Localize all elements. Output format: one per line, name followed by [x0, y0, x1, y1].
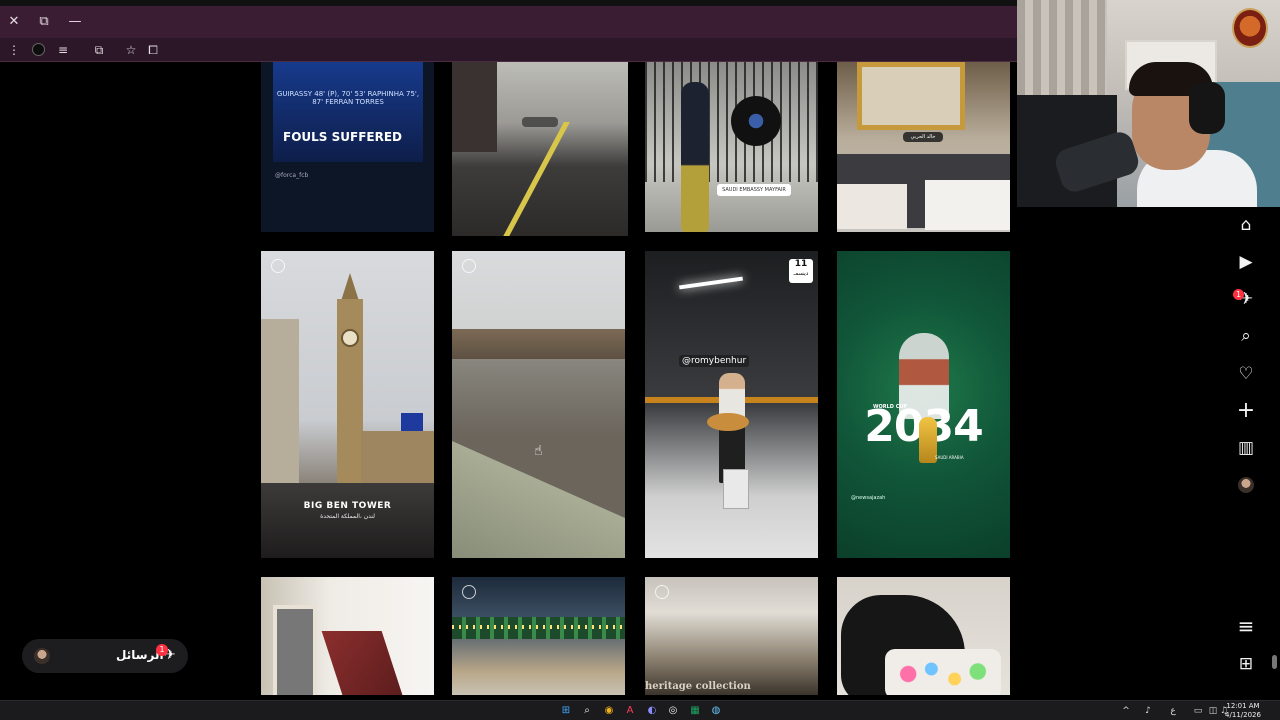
menu-dots-icon[interactable]: ⋮ [5, 41, 23, 59]
crowd [261, 483, 434, 558]
obs-icon[interactable]: ◎ [666, 704, 680, 718]
webcam-headset [1189, 82, 1225, 134]
grid-post-embassy[interactable]: SAUDI EMBASSY MAYFAIR [645, 62, 818, 232]
vinyl-sticker [731, 96, 781, 146]
road-line [500, 122, 570, 236]
guitar [707, 413, 749, 431]
grid-post-heritage-collection[interactable]: heritage collection [645, 577, 818, 695]
start-windows-icon[interactable]: ⊞ [559, 704, 573, 718]
browser-profile-avatar[interactable] [32, 43, 45, 56]
message-avatar [34, 648, 50, 664]
dashboard-icon[interactable]: ▥ [1230, 434, 1262, 462]
home-icon[interactable]: ⌂ [1230, 211, 1262, 239]
scoreboard [273, 62, 423, 162]
grid-post-window[interactable] [261, 577, 434, 695]
red-awning [321, 631, 405, 695]
sidebar-icon[interactable]: ⧠ [144, 41, 162, 59]
webcam-curtain [1017, 0, 1107, 100]
reel-indicator-icon [271, 259, 285, 273]
fouls-suffered-text: FOULS SUFFERED [283, 130, 402, 144]
lion-logo-icon [1232, 8, 1268, 48]
also-from-meta-icon[interactable]: ⊞ [1230, 650, 1262, 678]
microphone-icon[interactable]: ♪ [1142, 705, 1154, 717]
country-text: SAUDI ARABIA [935, 455, 964, 460]
post-handle: @forca_fcb [275, 172, 309, 179]
display-icon[interactable]: ▭ [1192, 705, 1204, 717]
pillow [837, 184, 907, 229]
sticker-tag [522, 117, 558, 127]
reel-indicator-icon [462, 585, 476, 599]
system-clock[interactable]: 12:01 AM 4/11/2026 [1224, 702, 1262, 720]
chrome-icon[interactable]: ◉ [602, 704, 616, 718]
standing-person [681, 82, 709, 232]
grid-post-busker[interactable]: @romybenhur 11 ديسمـ [645, 251, 818, 558]
fairy-lights [452, 625, 625, 629]
post-title: BIG BEN TOWER [303, 501, 392, 511]
messages-badge: 1 [156, 644, 168, 656]
clock-face [341, 329, 359, 347]
close-window-button[interactable]: ✕ [6, 14, 22, 30]
grid-post-football-stats[interactable]: GUIRASSY 48' (P), 70' 53' RAPHINHA 75', … [261, 62, 434, 232]
ceiling-light [679, 276, 743, 290]
spreadsheet-icon[interactable]: ▦ [688, 704, 702, 718]
post-subtitle: لندن ،المملكة المتحدة [320, 513, 375, 520]
tab-search-icon[interactable]: ≡ [54, 41, 72, 59]
messages-button[interactable]: الرسائل ✈ 1 [22, 639, 188, 673]
grid-post-london-street[interactable] [452, 62, 628, 236]
location-tag: SAUDI EMBASSY MAYFAIR [717, 184, 791, 196]
messages-badge: 1 [1233, 289, 1244, 300]
eu-flag [401, 413, 423, 431]
mention-tag: @romybenhur [679, 355, 750, 367]
create-plus-icon[interactable]: + [1230, 397, 1262, 425]
search-icon[interactable]: ⌕ [1230, 322, 1262, 350]
reel-indicator-icon [655, 585, 669, 599]
language-indicator[interactable]: ع [1167, 705, 1179, 717]
notifications-heart-icon[interactable]: ♡ [1230, 360, 1262, 388]
date-sticker: 11 ديسمـ [789, 259, 813, 283]
bus-stop [452, 62, 497, 152]
app-a-icon[interactable]: A [623, 704, 637, 718]
window-frame [273, 605, 317, 695]
date-month: ديسمـ [793, 270, 809, 277]
mouse-cursor-icon: ☝ [534, 443, 543, 459]
extensions-icon[interactable]: ⧉ [90, 41, 108, 59]
discord-icon[interactable]: ◐ [645, 704, 659, 718]
pillow [925, 180, 1010, 230]
candy-jar [885, 649, 1001, 695]
taskbar-search-icon[interactable]: ⌕ [580, 704, 594, 718]
scoreline-text: GUIRASSY 48' (P), 70' 53' RAPHINHA 75', … [276, 90, 420, 106]
minimize-window-button[interactable]: — [67, 14, 83, 30]
steam-icon[interactable]: ◍ [709, 704, 723, 718]
post-handle: @newsajazah [851, 495, 886, 501]
restore-window-button[interactable]: ⧉ [36, 14, 52, 30]
bookmark-star-icon[interactable]: ☆ [122, 41, 140, 59]
reels-icon[interactable]: ▶ [1230, 248, 1262, 276]
browser-toolbar: ⋮ ≡ ⧉ ☆ ⧠ [0, 38, 1017, 62]
grid-post-big-ben[interactable]: BIG BEN TOWER لندن ،المملكة المتحدة [261, 251, 434, 558]
river-bank [452, 329, 625, 359]
instagram-profile-screen: ✕ ⧉ — ⋮ ≡ ⧉ ☆ ⧠ ⌂ ▶ ✈ 1 ⌕ ♡ + ▥ ≡ ⊞ GUIR… [0, 0, 1280, 720]
windows-taskbar: ⊞ ⌕ ◉ A ◐ ◎ ▦ ◍ ^ ♪ ع ▭ ◫ ♫ 12:01 AM 4/1… [0, 700, 1280, 720]
amplifier [723, 469, 749, 509]
scrollbar-thumb[interactable] [1272, 655, 1277, 669]
grid-post-candy-jar[interactable] [837, 577, 1010, 695]
clock-date: 4/11/2026 [1225, 711, 1261, 719]
grid-post-christmas-lights[interactable] [452, 577, 625, 695]
grid-post-mirror-room[interactable]: خالد الحربي [837, 62, 1010, 232]
world-cup-text: WORLD CUP [873, 404, 908, 410]
tower-spire [341, 273, 359, 301]
gold-mirror [857, 62, 965, 130]
grid-post-world-cup-2034[interactable]: 2034 WORLD CUP SAUDI ARABIA @newsajazah [837, 251, 1010, 558]
location-tag: خالد الحربي [903, 132, 943, 142]
date-day: 11 [794, 259, 808, 269]
clock-time: 12:01 AM [1226, 702, 1260, 710]
grid-post-thames[interactable] [452, 251, 625, 558]
profile-avatar[interactable] [1238, 477, 1254, 493]
reel-indicator-icon [462, 259, 476, 273]
tray-overflow-icon[interactable]: ^ [1120, 705, 1132, 717]
more-menu-icon[interactable]: ≡ [1230, 612, 1262, 640]
post-caption-text: heritage collection [645, 681, 751, 692]
browser-titlebar: ✕ ⧉ — [0, 0, 1017, 38]
